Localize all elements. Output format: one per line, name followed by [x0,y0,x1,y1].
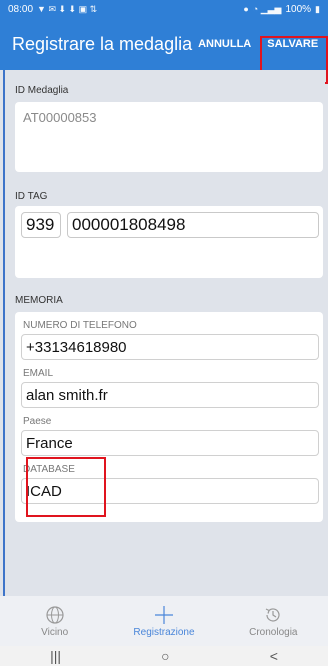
history-icon [266,607,280,622]
phone-label: NUMERO DI TELEFONO [23,320,137,331]
save-button[interactable]: SALVARE [261,38,324,50]
status-bar: 08:00 ▼ ✉ ⬇ ⬇ ▣ ⇅ ● ◔ ▁▃▅ 100% ▮ [0,0,328,18]
country-label: Paese [23,416,52,427]
recent-apps-button[interactable]: ||| [50,648,61,664]
email-field[interactable]: alan smith.fr [21,382,319,408]
nav-label-registrazione: Registrazione [133,626,195,638]
memory-section-label: MEMORIA [15,295,63,306]
bottom-nav: Vicino Registrazione Cronologia [0,596,328,646]
save-button-wrap[interactable]: SALVARE [257,22,328,66]
database-label: DATABASE [23,464,75,475]
tag-number-field[interactable]: 000001808498 [67,212,319,238]
tag-section-label: ID TAG [15,191,48,202]
location-icon: ● [243,4,249,14]
page-title: Registrare la medaglia [12,33,193,54]
medal-section-label: ID Medaglia [15,85,69,96]
tag-prefix-field[interactable]: 939 [21,212,61,238]
phone-field[interactable]: +33134618980 [21,334,319,360]
nav-item-cronologia[interactable]: Cronologia [219,596,328,646]
form-content: ID Medaglia AT00000853 ID TAG 939 000001… [3,70,325,596]
medal-id-value: AT00000853 [23,110,97,125]
globe-icon [46,605,64,624]
country-field[interactable]: France [21,430,319,456]
battery-level: 100% [285,3,312,15]
signal-icon: ◔ ▁▃▅ [252,3,282,14]
nav-item-vicino[interactable]: Vicino [0,596,109,646]
plus-icon [154,605,173,624]
app-bar: Registrare la medaglia ANNULLA SALVARE [0,18,328,70]
system-nav: ||| ○ < [0,646,328,666]
email-label: EMAIL [23,368,54,379]
medal-card: AT00000853 [15,102,323,172]
cancel-button[interactable]: ANNULLA [192,38,257,50]
back-button[interactable]: < [270,648,278,664]
status-time: 08:00 [8,3,34,15]
notification-icons: ▼ ✉ ⬇ ⬇ ▣ ⇅ [37,3,98,14]
database-field[interactable]: ICAD [21,478,319,504]
memory-card: NUMERO DI TELEFONO +33134618980 EMAIL al… [15,312,323,522]
battery-icon: ▮ [315,3,320,14]
nav-item-registrazione[interactable]: Registrazione [109,596,218,646]
home-button[interactable]: ○ [161,648,169,664]
nav-label-vicino: Vicino [41,626,69,638]
tag-card: 939 000001808498 [15,206,323,278]
nav-label-cronologia: Cronologia [249,626,298,638]
